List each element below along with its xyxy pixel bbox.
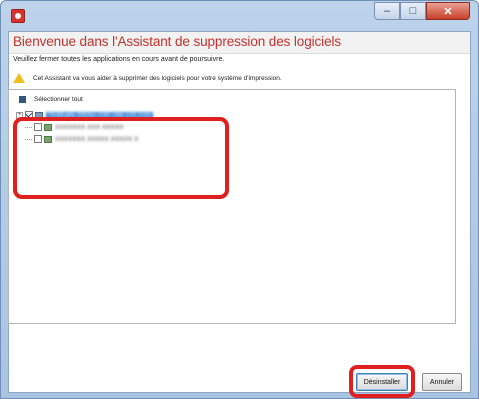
select-all-label: Sélectionner tout (34, 96, 83, 103)
info-text: Cet Assistant va vous aider à supprimer … (33, 74, 282, 82)
maximize-button[interactable]: □ (400, 2, 426, 20)
list-highlight-frame (13, 117, 229, 199)
info-row: Cet Assistant va vous aider à supprimer … (13, 72, 282, 84)
app-icon (11, 9, 25, 23)
wizard-heading: Bienvenue dans l'Assistant de suppressio… (13, 34, 342, 49)
window-title (31, 10, 91, 20)
caption-buttons: – □ ✕ (374, 2, 470, 20)
select-all-row[interactable]: Sélectionner tout (19, 96, 83, 103)
button-highlight-frame (349, 365, 415, 398)
select-all-icon (19, 96, 26, 103)
wizard-subtext: Veuillez fermer toutes les applications … (13, 56, 225, 63)
minimize-button[interactable]: – (374, 2, 400, 20)
cancel-button[interactable]: Annuler (422, 373, 462, 391)
close-button[interactable]: ✕ (426, 2, 470, 20)
warning-icon (13, 73, 25, 83)
title-bar[interactable]: – □ ✕ (1, 1, 478, 31)
